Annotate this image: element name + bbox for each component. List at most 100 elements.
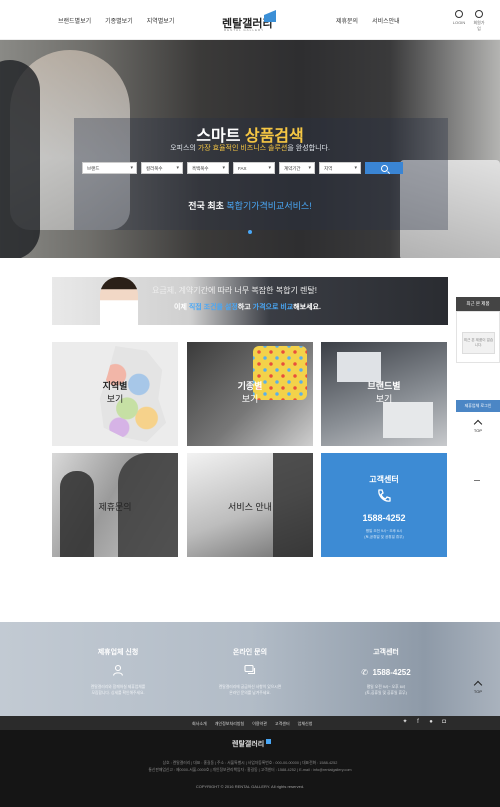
brand-image-1 xyxy=(337,352,381,382)
filter-region[interactable]: 지역 xyxy=(319,162,361,174)
tile-brand-label: 브랜드별 보기 xyxy=(321,379,447,405)
nav-model[interactable]: 기종별보기 xyxy=(105,16,133,25)
hero-photo-person-2 xyxy=(0,60,40,258)
top-button[interactable]: TOP xyxy=(471,418,485,433)
search-filters: 브랜드 컬러복수 흑백복수 FAX 계약기간 지역 xyxy=(82,162,403,174)
join-label: 회원가입 xyxy=(473,20,485,31)
cs-phone-number: 1588-4252 xyxy=(362,513,406,523)
info-cs-phone-row: ✆ 1588-4252 xyxy=(316,662,456,680)
join-icon[interactable]: 회원가입 xyxy=(472,10,486,32)
login-icon[interactable]: LOGIN xyxy=(452,10,466,32)
top-button-2[interactable]: TOP xyxy=(471,679,485,694)
hero: 스마트 상품검색 오피스의 가장 효율적인 비즈니스 솔루션을 완성합니다. 브… xyxy=(0,40,500,258)
tile-partner-label: 제휴문의 xyxy=(98,502,132,512)
tile-model[interactable]: 기종별 보기 xyxy=(187,342,313,446)
search-button[interactable] xyxy=(365,162,403,174)
chevron-up-icon xyxy=(473,680,483,690)
header-icons: LOGIN 회원가입 xyxy=(452,10,486,32)
tile-brand-bold: 브랜드별 xyxy=(367,381,401,391)
brand-image-2 xyxy=(383,402,433,438)
tile-region-sub: 보기 xyxy=(106,394,124,404)
filter-mono[interactable]: 흑백복수 xyxy=(187,162,229,174)
banner-line-2-post: 해보세요. xyxy=(293,304,321,311)
banner-line-2-pre: 이제 xyxy=(174,304,189,311)
nav-service[interactable]: 서비스안내 xyxy=(372,16,400,25)
footer: 렌탈갤러리 상호 : 렌탈갤러리 | 대표 : 홍길동 | 주소 : 서울특별시… xyxy=(0,730,500,807)
secondary-nav: 제휴문의 서비스안내 xyxy=(336,16,400,25)
footer-link-about[interactable]: 회사소개 xyxy=(192,721,207,727)
banner-line-1: 요금제, 계약기간에 따라 너무 복잡한 복합기 렌탈! xyxy=(152,286,317,295)
tile-service[interactable]: 서비스 안내 xyxy=(187,453,313,557)
filter-color[interactable]: 컬러복수 xyxy=(141,162,183,174)
info-online-title: 온라인 문의 xyxy=(232,649,268,656)
blog-icon[interactable]: ● xyxy=(428,719,434,725)
nav-partner[interactable]: 제휴문의 xyxy=(336,16,358,25)
hero-tagline: 전국 최초 복합기가격비교서비스! xyxy=(0,199,500,212)
banner-line-2-hl1: 직접 조건을 설정 xyxy=(188,304,238,311)
slider-dot[interactable] xyxy=(248,230,252,234)
hero-subtitle-pre: 오피스의 xyxy=(170,145,198,152)
banner-line-2: 이제 직접 조건을 설정하고 가격으로 비교해보세요. xyxy=(174,302,321,312)
filter-fax[interactable]: FAX xyxy=(233,162,275,174)
hero-subtitle: 오피스의 가장 효율적인 비즈니스 솔루션을 완성합니다. xyxy=(0,143,500,153)
banner-line-2-mid: 하고 xyxy=(237,304,253,311)
footer-link-cs[interactable]: 고객센터 xyxy=(275,721,290,727)
footer-link-privacy[interactable]: 개인정보처리방침 xyxy=(215,721,244,727)
user-icon xyxy=(112,664,124,676)
logo-mark-icon xyxy=(264,10,276,22)
tile-region-label: 지역별 보기 xyxy=(52,379,178,405)
top-label-2: TOP xyxy=(473,689,483,694)
cs-hours-note: (토,공휴일 및 공휴일 휴무) xyxy=(364,535,404,539)
footer-company-info: 상호 : 렌탈갤러리 | 대표 : 홍길동 | 주소 : 서울특별시 | 사업자… xyxy=(0,760,500,774)
partner-login-button[interactable]: 제휴업체 로그인 xyxy=(456,400,500,412)
hero-subtitle-highlight: 가장 효율적인 비즈니스 솔루션 xyxy=(197,145,288,152)
top-label: TOP xyxy=(473,428,483,433)
recent-box: 최근 본 제품이 없습니다. xyxy=(456,311,500,363)
hero-subtitle-post: 을 완성합니다. xyxy=(287,145,330,152)
footer-info-1: 상호 : 렌탈갤러리 | 대표 : 홍길동 | 주소 : 서울특별시 | 사업자… xyxy=(162,761,338,765)
promo-banner[interactable]: 요금제, 계약기간에 따라 너무 복잡한 복합기 렌탈! 이제 직접 조건을 설… xyxy=(52,277,448,325)
info-partner[interactable]: 제휴업체 신청 렌탈갤러리와 함께하실 제휴업체를 모집합니다. 상세를 확인해… xyxy=(48,622,188,696)
filter-brand[interactable]: 브랜드 xyxy=(82,162,137,174)
info-cs-desc-2: (토,공휴일 및 공휴일 휴무) xyxy=(365,691,407,695)
footer-link-apply[interactable]: 업체신청 xyxy=(298,721,313,727)
info-online[interactable]: 온라인 문의 렌탈갤러리에 궁금하신 사항이 있으시면 온라인 문의를 남겨주세… xyxy=(180,622,320,696)
nav-brand[interactable]: 브랜드별보기 xyxy=(58,16,91,25)
chevron-up-icon xyxy=(473,419,483,429)
recent-header: 최근 본 제품 xyxy=(456,297,500,311)
logo[interactable]: 렌탈갤러리 RENTAL GALLERY xyxy=(222,8,278,34)
tile-model-label: 기종별 보기 xyxy=(187,379,313,405)
sidebar-divider xyxy=(474,480,480,481)
info-band: 제휴업체 신청 렌탈갤러리와 함께하실 제휴업체를 모집합니다. 상세를 확인해… xyxy=(0,622,500,716)
info-cs-phone: 1588-4252 xyxy=(372,668,411,677)
info-online-desc-2: 온라인 문의를 남겨주세요. xyxy=(229,691,271,695)
footer-info-2: 통신판매업신고 : 제0000-서울-0000호 | 개인정보관리책임자 : 홍… xyxy=(148,768,352,772)
footer-link-terms[interactable]: 이용약관 xyxy=(252,721,267,727)
footer-logo: 렌탈갤러리 xyxy=(232,739,272,749)
hero-tagline-highlight: 복합기가격비교서비스! xyxy=(226,201,312,211)
tile-model-sub: 보기 xyxy=(241,394,259,404)
twitter-icon[interactable]: ✦ xyxy=(402,719,408,725)
quick-sidebar: 최근 본 제품 최근 본 제품이 없습니다. 제휴업체 로그인 xyxy=(456,297,500,412)
recent-empty: 최근 본 제품이 없습니다. xyxy=(462,332,495,354)
instagram-icon[interactable]: ◘ xyxy=(441,719,447,725)
tile-brand[interactable]: 브랜드별 보기 xyxy=(321,342,447,446)
tile-region[interactable]: 지역별 보기 xyxy=(52,342,178,446)
footer-copyright: COPYRIGHT © 2016 RENTAL GALLERY. All rig… xyxy=(195,784,305,789)
main-nav: 브랜드별보기 기종별보기 지역별보기 xyxy=(58,16,174,25)
tile-partner[interactable]: 제휴문의 xyxy=(52,453,178,557)
header: 브랜드별보기 기종별보기 지역별보기 렌탈갤러리 RENTAL GALLERY … xyxy=(0,0,500,40)
tile-customer-center[interactable]: 고객센터 1588-4252 평일 오전 9시~ 오후 6시 (토,공휴일 및 … xyxy=(321,453,447,557)
facebook-icon[interactable]: f xyxy=(415,719,421,725)
info-partner-title: 제휴업체 신청 xyxy=(97,649,139,656)
nav-region[interactable]: 지역별보기 xyxy=(147,16,175,25)
logo-sub: RENTAL GALLERY xyxy=(224,28,265,32)
banner-photo xyxy=(100,277,138,325)
cs-title: 고객센터 xyxy=(369,475,399,484)
footer-link-bar: 회사소개 개인정보처리방침 이용약관 고객센터 업체신청 ✦ f ● ◘ xyxy=(0,716,500,730)
phone-icon xyxy=(378,489,391,502)
info-customer-center[interactable]: 고객센터 ✆ 1588-4252 평일 오전 9시~ 오후 6시 (토,공휴일 … xyxy=(316,622,456,696)
footer-logo-mark-icon xyxy=(266,739,272,744)
tile-service-label: 서비스 안내 xyxy=(228,502,272,512)
filter-period[interactable]: 계약기간 xyxy=(279,162,315,174)
